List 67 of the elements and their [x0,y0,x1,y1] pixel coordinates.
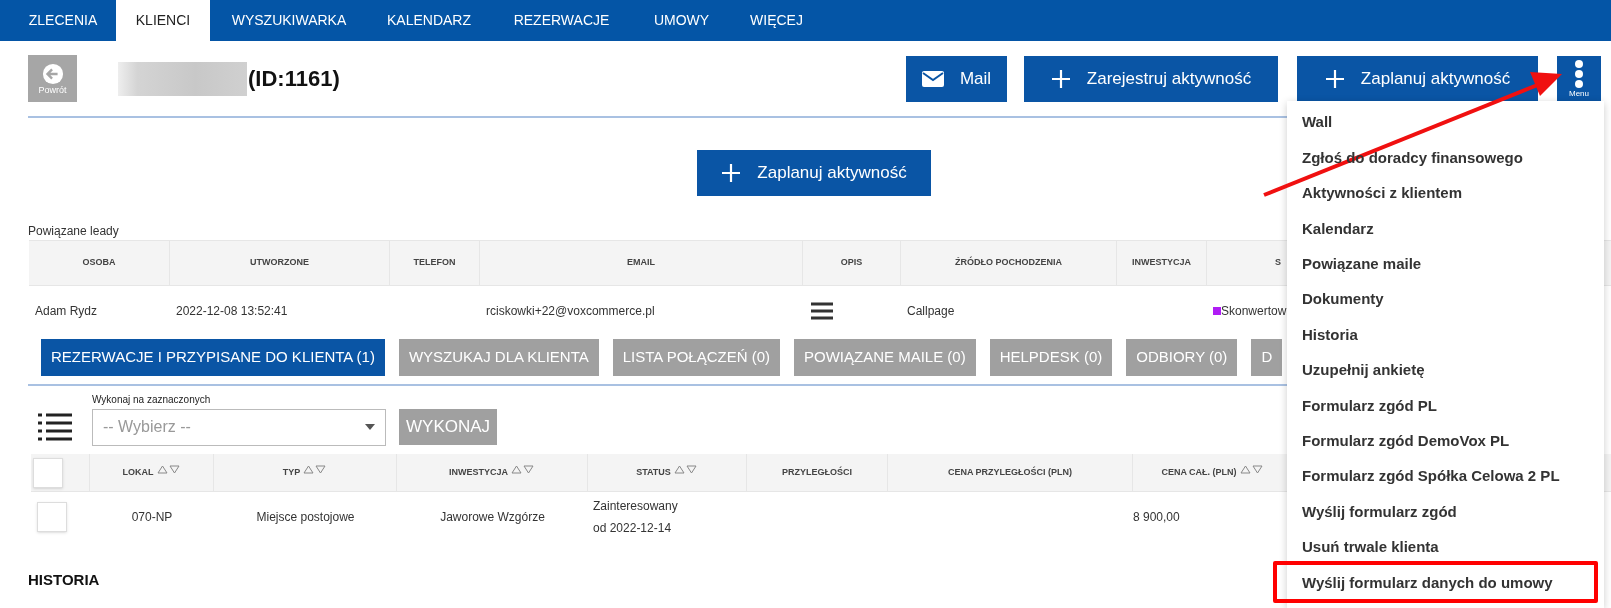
plan-activity-button[interactable]: Zaplanuj aktywność [697,150,931,196]
section-tab[interactable]: REZERWACJE I PRZYPISANE DO KLIENTA (1) [41,339,385,376]
nav-tab[interactable]: KALENDARZ [368,0,490,41]
section-title: HISTORIA [28,570,100,590]
menu-item[interactable]: Zgłoś do doradcy finansowego [1287,140,1527,176]
list-icon [38,413,72,441]
nav-tab[interactable]: KLIENCI [116,0,210,41]
column-header: INWESTYCJA [1132,256,1191,270]
menu-item[interactable]: Wyślij formularz zgód [1287,494,1461,530]
caret-icon [365,424,375,430]
column-header: LOKAL [122,465,154,479]
plus-icon [721,163,742,183]
menu-item[interactable]: Wyślij formularz danych do umowy [1287,565,1557,601]
menu-button[interactable]: Menu [1557,55,1601,102]
menu-item[interactable]: Formularz zgód Spółka Celowa 2 PL [1287,458,1564,495]
menu-item[interactable]: Historia [1287,317,1362,353]
menu-item[interactable]: Usuń trwale klienta [1287,529,1443,566]
checkbox[interactable] [33,457,63,488]
menu-item[interactable]: Formularz zgód DemoVox PL [1287,423,1514,459]
column-header: TELEFON [413,256,456,270]
column-header: UTWORZONE [250,256,309,270]
header-button[interactable]: Mail [906,55,1007,102]
plus-icon [1324,68,1345,89]
table-cell-text: 8 900,00 [1133,509,1180,526]
table-cell-text: Miejsce postojowe [256,509,355,526]
nav-tab[interactable]: REZERWACJE [490,0,633,41]
nav-tab[interactable]: WYSZUKIWARKA [210,0,368,41]
header-button[interactable]: Zarejestruj aktywność [1024,55,1278,102]
column-header: INWESTYCJA [449,465,508,479]
table-cell-text: od 2022-12-14 [593,520,673,537]
section-title: Powiązane leady [28,223,119,240]
table-cell-text: Adam Rydz [35,303,98,320]
table-cell-text: Skonwertow [1221,303,1287,320]
plus-icon [1050,68,1071,89]
nav-tab[interactable]: UMOWY [633,0,730,41]
nav-tab[interactable]: WIĘCEJ [730,0,823,41]
header-button[interactable]: Zaplanuj aktywność [1297,55,1538,102]
table-cell-text: 070-NP [131,509,173,526]
table-cell-text: Zainteresowany [593,498,679,515]
column-header: TYP [282,465,301,479]
table-cell-text: 2022-12-08 13:52:41 [176,303,288,320]
menu-item[interactable]: Aktywności z klientem [1287,175,1467,212]
menu-item[interactable]: Dokumenty [1287,281,1388,318]
field-label: Wykonaj na zaznaczonych [92,393,211,406]
checkbox[interactable] [37,502,67,532]
column-header: CENA PRZYLEGŁOŚCI (PLN) [947,465,1073,479]
client-id: (ID:1161) [248,65,340,93]
menu-item[interactable]: Kalendarz [1287,211,1378,247]
column-header: CENA CAŁ. (PLN) [1161,465,1237,479]
menu-item[interactable]: Wall [1287,105,1337,141]
column-header: OPIS [840,256,863,270]
table-cell-text: Jaworowe Wzgórze [440,509,545,526]
mail-icon [921,70,944,87]
table-cell-text: rciskowki+22@voxcommerce.pl [486,303,655,320]
column-header: ŹRÓDŁO POCHODZENIA [955,256,1062,270]
nav-tab[interactable]: ZLECENIA [10,0,116,41]
column-header: PRZYLEGŁOŚCI [782,465,852,479]
menu-item[interactable]: Formularz zgód PL [1287,388,1441,424]
column-header: STATUS [636,465,671,479]
more-icon [1574,59,1584,89]
menu-item[interactable]: Powiązane maile [1287,246,1426,282]
table-cell-text: Callpage [907,303,955,320]
column-header: EMAIL [627,256,655,270]
column-header: OSOBA [82,256,116,270]
column-header: S [1275,256,1281,270]
menu-item[interactable]: Uzupełnij ankietę [1287,352,1429,389]
menu-icon [811,302,833,320]
